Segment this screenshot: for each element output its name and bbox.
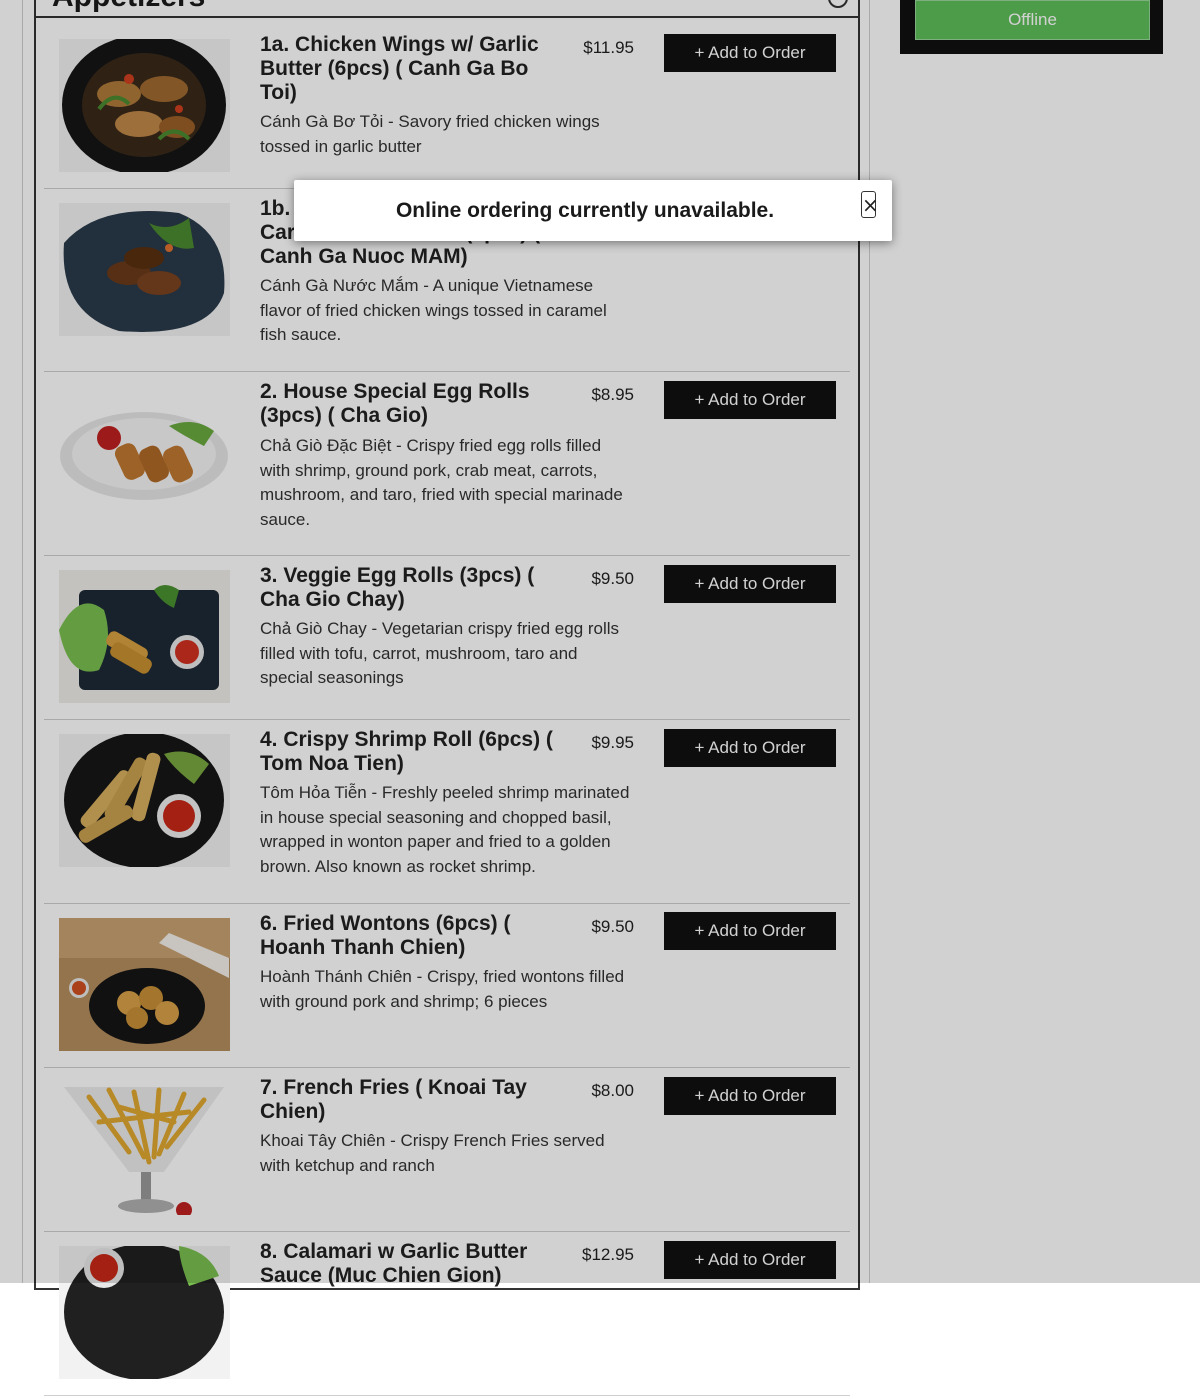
unavailable-dialog: Online ordering currently unavailable. × (294, 180, 892, 241)
close-button[interactable]: × (861, 191, 879, 218)
dialog-message: Online ordering currently unavailable. (395, 198, 775, 222)
